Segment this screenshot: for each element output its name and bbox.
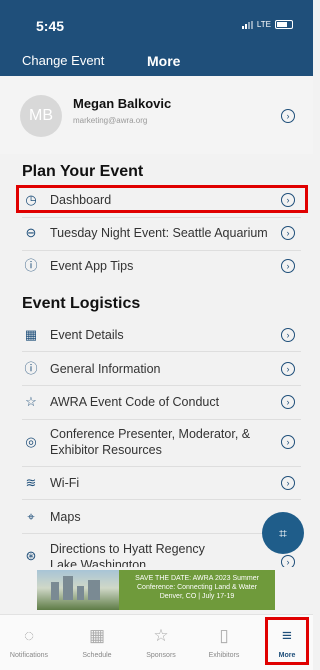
- section-title-logistics: Event Logistics: [22, 295, 141, 312]
- menu-item-label: Wi-Fi: [50, 476, 80, 490]
- menu-item-label: Conference Presenter, Moderator, &: [50, 427, 251, 441]
- menu-item-label: Tuesday Night Event: Seattle Aquarium: [50, 226, 268, 240]
- star-icon: ☆: [25, 394, 37, 409]
- chevron-right-icon: ›: [281, 259, 295, 273]
- menu-item-presenter-resources[interactable]: ◎ Conference Presenter, Moderator, & Exh…: [0, 422, 313, 462]
- qr-code-icon: ⌗: [279, 525, 287, 541]
- banner-line-1: SAVE THE DATE: AWRA 2023 Summer: [135, 575, 259, 582]
- document-icon: ▯: [219, 626, 229, 645]
- menu-item-label-line2: Lake Washington: [50, 558, 147, 567]
- divider: [22, 499, 301, 500]
- battery-icon: [275, 20, 293, 29]
- profile-name: Megan Balkovic: [73, 96, 172, 111]
- change-event-link[interactable]: Change Event: [22, 53, 104, 68]
- menu-item-label-line2: Exhibitor Resources: [50, 443, 162, 457]
- section-title-plan: Plan Your Event: [22, 163, 144, 180]
- menu-item-label: Directions to Hyatt Regency: [50, 542, 205, 556]
- menu-item-label: Event App Tips: [50, 259, 134, 273]
- nav-bar: Change Event More: [0, 44, 313, 76]
- menu-item-code-of-conduct[interactable]: ☆ AWRA Event Code of Conduct ›: [0, 389, 313, 415]
- banner-line-3: Denver, CO | July 17-19: [159, 593, 235, 600]
- chevron-right-icon: ›: [281, 328, 295, 342]
- chevron-right-icon: ›: [281, 555, 295, 567]
- chevron-right-icon: ›: [281, 476, 295, 490]
- divider: [22, 466, 301, 467]
- menu-item-event-details[interactable]: ▦ Event Details ›: [0, 322, 313, 348]
- highlight-box: [16, 185, 308, 213]
- info-icon: ⓘ: [24, 361, 38, 376]
- menu-item-wifi[interactable]: ≋ Wi-Fi ›: [0, 470, 313, 496]
- network-label: LTE: [256, 20, 271, 29]
- map-icon: ⌖: [27, 509, 35, 524]
- chevron-right-icon: ›: [281, 395, 295, 409]
- profile-row[interactable]: MB Megan Balkovic marketing@awra.org ›: [0, 76, 313, 154]
- menu-item-label: Event Details: [50, 328, 124, 342]
- banner-line-2: Conference: Connecting Land & Water: [137, 584, 257, 591]
- banner-text: SAVE THE DATE: AWRA 2023 Summer Conferen…: [123, 574, 271, 601]
- tab-label: Sponsors: [146, 652, 176, 659]
- menu-item-label: General Information: [50, 362, 161, 376]
- divider: [22, 351, 301, 352]
- signal-icon: [241, 20, 253, 29]
- tab-label: Exhibitors: [208, 652, 240, 659]
- chevron-right-icon: ›: [281, 362, 295, 376]
- ad-banner[interactable]: SAVE THE DATE: AWRA 2023 Summer Conferen…: [37, 570, 275, 610]
- status-bar: 5:45 LTE: [0, 0, 313, 44]
- chevron-right-icon: ›: [281, 109, 295, 123]
- menu-item-label: AWRA Event Code of Conduct: [50, 395, 220, 409]
- menu-item-label: Maps: [50, 510, 81, 524]
- wifi-icon: ≋: [25, 475, 37, 490]
- divider: [22, 533, 301, 534]
- tab-sponsors[interactable]: ☆ Sponsors: [136, 615, 186, 670]
- signal-area: LTE: [241, 20, 293, 29]
- calendar-icon: ▦: [88, 626, 106, 645]
- menu-item-app-tips[interactable]: ⓘ Event App Tips ›: [0, 253, 313, 279]
- divider: [22, 217, 301, 218]
- bell-icon: ◌: [23, 626, 35, 645]
- status-time: 5:45: [36, 18, 65, 34]
- chevron-right-icon: ›: [281, 435, 295, 449]
- tab-schedule[interactable]: ▦ Schedule: [72, 615, 122, 670]
- menu-item-tuesday-event[interactable]: ⊖ Tuesday Night Event: Seattle Aquarium …: [0, 220, 313, 246]
- highlight-box: [265, 617, 309, 665]
- info-icon: ⓘ: [24, 258, 38, 273]
- directions-icon: ⊛: [25, 548, 37, 563]
- avatar: MB: [20, 95, 62, 137]
- star-icon: ☆: [153, 626, 169, 645]
- divider: [22, 385, 301, 386]
- qr-scan-button[interactable]: ⌗: [262, 512, 304, 554]
- chevron-right-icon: ›: [281, 226, 295, 240]
- page-title: More: [147, 53, 181, 69]
- skyline-image: [37, 570, 119, 610]
- car-icon: ⊖: [25, 225, 37, 240]
- divider: [22, 250, 301, 251]
- location-pin-icon: ◎: [25, 434, 37, 449]
- tab-notifications[interactable]: ◌ Notifications: [4, 615, 54, 670]
- profile-email: marketing@awra.org: [73, 116, 148, 125]
- divider: [22, 419, 301, 420]
- tab-label: Notifications: [9, 652, 49, 659]
- tab-exhibitors[interactable]: ▯ Exhibitors: [199, 615, 249, 670]
- menu-item-general-info[interactable]: ⓘ General Information ›: [0, 356, 313, 382]
- calendar-icon: ▦: [24, 327, 38, 342]
- tab-label: Schedule: [82, 652, 112, 659]
